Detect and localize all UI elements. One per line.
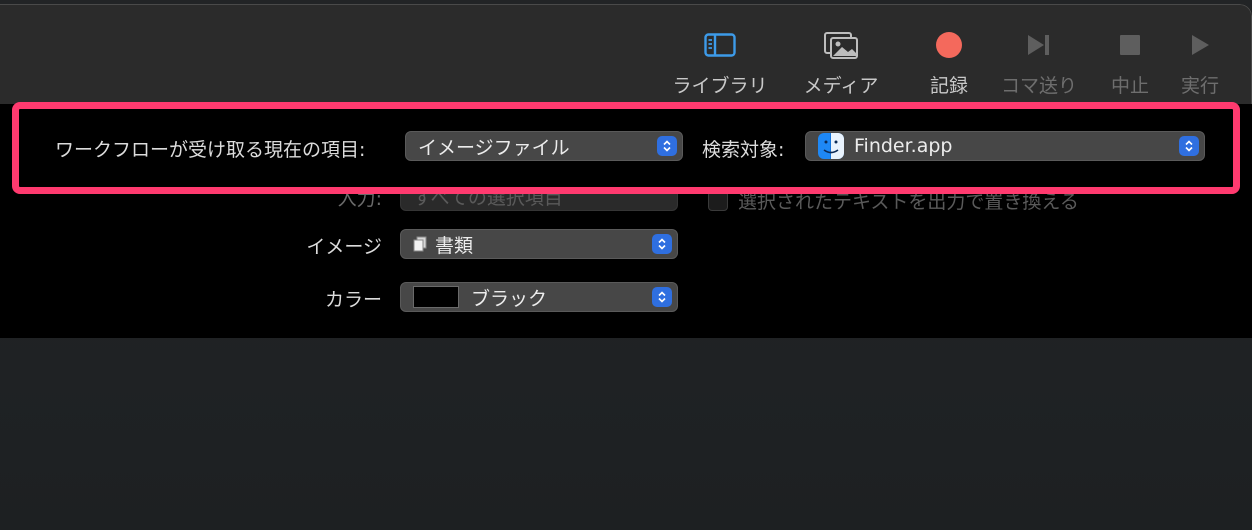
color-swatch <box>413 286 459 308</box>
color-popup[interactable]: ブラック <box>400 282 678 312</box>
stop-label: 中止 <box>1110 75 1149 97</box>
workflow-in-popup[interactable]: Finder.app <box>805 131 1205 161</box>
stop-icon <box>1119 27 1141 63</box>
photos-icon <box>823 27 859 63</box>
color-value: ブラック <box>471 287 548 310</box>
record-icon <box>935 27 963 63</box>
image-label: イメージ <box>306 236 382 258</box>
workflow-receives-popup[interactable]: イメージファイル <box>405 131 683 161</box>
image-popup-stepper-icon <box>652 234 672 254</box>
color-label: カラー <box>324 289 382 311</box>
workflow-header-highlight: ワークフローが受け取る現在の項目: イメージファイル 検索対象: Finder.… <box>12 102 1240 194</box>
image-popup[interactable]: 書類 <box>400 229 678 259</box>
receives-popup-stepper-icon <box>657 136 677 156</box>
workflow-receives-value: イメージファイル <box>418 136 570 159</box>
color-row: カラー <box>230 285 382 312</box>
document-icon <box>413 236 427 252</box>
run-button[interactable]: 実行 <box>1178 27 1222 107</box>
media-button[interactable]: メディア <box>798 27 884 107</box>
run-label: 実行 <box>1180 75 1219 97</box>
workflow-in-value: Finder.app <box>854 135 953 157</box>
finder-icon <box>818 133 844 159</box>
library-button[interactable]: ライブラリ <box>672 27 768 107</box>
media-label: メディア <box>803 75 879 97</box>
record-label: 記録 <box>929 75 968 97</box>
stop-button[interactable]: 中止 <box>1108 27 1152 107</box>
step-button[interactable]: コマ送り <box>998 27 1080 107</box>
record-button[interactable]: 記録 <box>926 27 972 107</box>
step-forward-icon <box>1026 27 1052 63</box>
image-value: 書類 <box>435 234 474 257</box>
toolbar: ライブラリ メディア 記録 コマ送り 中止 実行 <box>0 4 1252 104</box>
in-popup-stepper-icon <box>1179 136 1199 156</box>
play-icon <box>1189 27 1211 63</box>
step-label: コマ送り <box>1000 75 1077 97</box>
workflow-receives-label: ワークフローが受け取る現在の項目: <box>55 139 366 161</box>
image-row: イメージ <box>230 232 382 259</box>
workflow-in-label: 検索対象: <box>702 139 785 161</box>
library-label: ライブラリ <box>672 75 768 97</box>
color-popup-stepper-icon <box>652 287 672 307</box>
sidebar-icon <box>704 27 736 63</box>
